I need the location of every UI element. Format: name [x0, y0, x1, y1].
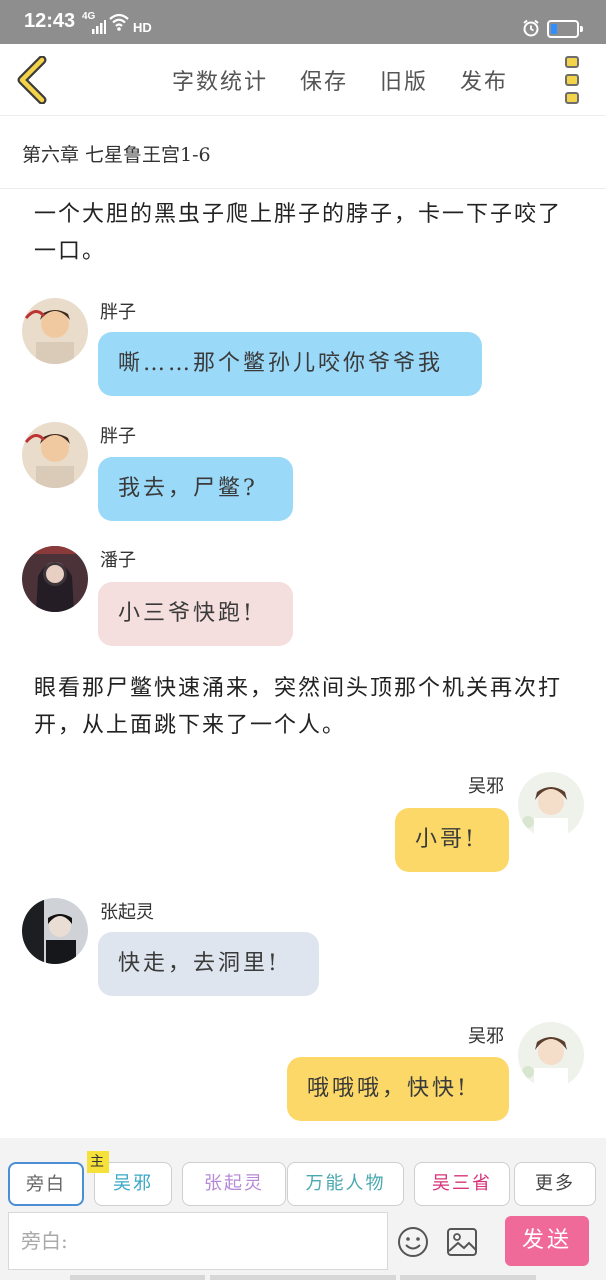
role-chip-zhangqiling[interactable]: 张起灵: [182, 1162, 286, 1206]
avatar-wuxie[interactable]: [518, 772, 584, 838]
top-bar: 字数统计 保存 旧版 发布: [0, 44, 606, 116]
chat-bubble[interactable]: 小三爷快跑!: [98, 582, 293, 646]
chat-bubble[interactable]: 嘶……那个鳖孙儿咬你爷爷我: [98, 332, 482, 396]
image-icon[interactable]: [446, 1227, 478, 1257]
speaker-name: 胖子: [100, 302, 136, 323]
alarm-icon: [523, 19, 539, 37]
message-input[interactable]: 旁白:: [8, 1212, 388, 1270]
avatar-pangzi[interactable]: [22, 422, 88, 488]
clock: 12:43: [24, 10, 76, 32]
signal-icon: [92, 20, 106, 34]
chat-bubble[interactable]: 小哥!: [395, 808, 509, 872]
narration-text: 一个大胆的黑虫子爬上胖子的脖子，卡一下子咬了一口。: [34, 202, 563, 264]
speaker-name: 张起灵: [100, 902, 154, 923]
role-chip-wusanxing[interactable]: 吴三省: [414, 1162, 510, 1206]
word-count-button[interactable]: 字数统计: [172, 64, 268, 96]
avatar-pangzi[interactable]: [22, 298, 88, 364]
header-actions: 字数统计 保存 旧版 发布: [172, 64, 508, 96]
send-button[interactable]: 发送: [505, 1216, 589, 1266]
scroll-indicator: [210, 1275, 396, 1280]
chapter-title: 第六章 七星鲁王宫1-6: [22, 144, 211, 166]
scroll-indicator: [400, 1275, 536, 1280]
chat-bubble[interactable]: 快走，去洞里!: [98, 932, 319, 996]
back-chevron-icon[interactable]: [14, 56, 54, 104]
old-version-button[interactable]: 旧版: [380, 64, 428, 96]
role-chip-wuxie[interactable]: 主 吴邪: [87, 1151, 172, 1206]
avatar-panzi[interactable]: [22, 546, 88, 612]
speaker-name: 吴邪: [468, 1026, 504, 1047]
publish-button[interactable]: 发布: [460, 64, 508, 96]
smiley-icon[interactable]: [397, 1226, 429, 1258]
chat-bubble[interactable]: 我去，尸鳖?: [98, 457, 293, 521]
scroll-indicator: [70, 1275, 205, 1280]
main-role-badge: 主: [87, 1151, 109, 1173]
hd-indicator: HD: [133, 20, 152, 35]
wifi-icon: [109, 13, 129, 31]
save-button[interactable]: 保存: [300, 64, 348, 96]
vertical-dots-icon[interactable]: [565, 56, 581, 104]
battery-icon: [547, 20, 583, 38]
speaker-name: 潘子: [100, 550, 136, 571]
avatar-wuxie[interactable]: [518, 1022, 584, 1088]
speaker-name: 吴邪: [468, 776, 504, 797]
status-bar: 12:43 4G HD: [0, 0, 606, 44]
narration-text: 眼看那尸鳖快速涌来，突然间头顶那个机关再次打开，从上面跳下来了一个人。: [34, 676, 563, 738]
chat-bubble[interactable]: 哦哦哦，快快!: [287, 1057, 509, 1121]
divider: [0, 188, 606, 189]
role-chip-universal[interactable]: 万能人物: [287, 1162, 404, 1206]
role-chip-narrator[interactable]: 旁白: [8, 1162, 84, 1206]
speaker-name: 胖子: [100, 426, 136, 447]
avatar-zhangqiling[interactable]: [22, 898, 88, 964]
role-chip-more[interactable]: 更多: [514, 1162, 596, 1206]
